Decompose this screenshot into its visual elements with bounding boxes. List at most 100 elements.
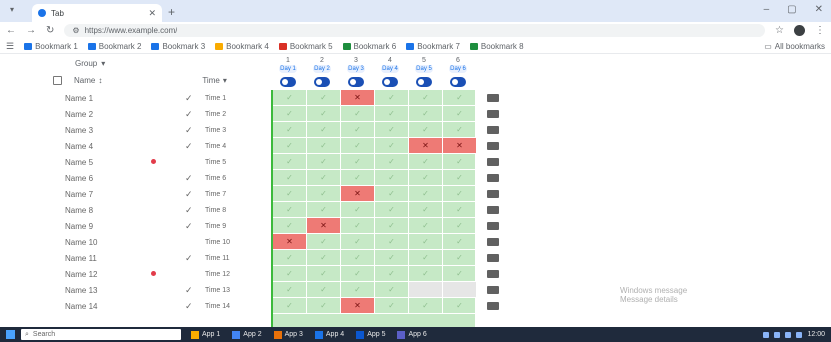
attendance-cell[interactable]: ✓ bbox=[273, 298, 307, 314]
maximize-icon[interactable]: ▢ bbox=[787, 4, 796, 15]
all-bookmarks-button[interactable]: ▭ All bookmarks bbox=[764, 42, 825, 51]
attendance-cell[interactable]: ✕ bbox=[341, 298, 375, 314]
day-toggle[interactable] bbox=[382, 77, 398, 87]
back-icon[interactable]: ← bbox=[6, 25, 16, 36]
attendance-cell[interactable]: ✓ bbox=[341, 170, 375, 186]
attendance-cell[interactable]: ✓ bbox=[307, 138, 341, 154]
table-row[interactable]: Name 3 ✓ Time 3 bbox=[45, 122, 271, 138]
attendance-cell[interactable]: ✓ bbox=[409, 250, 443, 266]
row-edit-button[interactable] bbox=[487, 222, 499, 230]
attendance-cell[interactable]: ✓ bbox=[307, 282, 341, 298]
taskbar-app-button[interactable]: App 5 bbox=[352, 328, 389, 341]
browser-tab[interactable]: Tab ✕ bbox=[32, 4, 162, 22]
row-edit-button[interactable] bbox=[487, 286, 499, 294]
row-edit-button[interactable] bbox=[487, 174, 499, 182]
attendance-cell[interactable]: ✓ bbox=[341, 138, 375, 154]
row-edit-button[interactable] bbox=[487, 302, 499, 310]
attendance-cell[interactable] bbox=[443, 282, 477, 298]
profile-avatar[interactable] bbox=[794, 25, 805, 36]
bookmark-item[interactable]: Bookmark 3 bbox=[151, 42, 205, 51]
taskbar-app-button[interactable]: App 4 bbox=[311, 328, 348, 341]
table-row[interactable]: Name 13 ✓ Time 13 bbox=[45, 282, 271, 298]
attendance-cell[interactable]: ✓ bbox=[375, 250, 409, 266]
apps-grid-icon[interactable]: ☰ bbox=[6, 41, 14, 52]
tray-icon[interactable] bbox=[774, 331, 781, 338]
attendance-cell[interactable]: ✓ bbox=[375, 106, 409, 122]
attendance-cell[interactable]: ✓ bbox=[273, 202, 307, 218]
attendance-cell[interactable]: ✓ bbox=[307, 298, 341, 314]
attendance-cell[interactable]: ✓ bbox=[341, 202, 375, 218]
attendance-cell[interactable]: ✓ bbox=[375, 138, 409, 154]
table-row[interactable]: Name 10 Time 10 bbox=[45, 234, 271, 250]
attendance-cell[interactable]: ✓ bbox=[341, 266, 375, 282]
attendance-cell[interactable]: ✓ bbox=[341, 106, 375, 122]
tray-icon[interactable] bbox=[763, 331, 770, 338]
attendance-cell[interactable]: ✓ bbox=[375, 90, 409, 106]
attendance-cell[interactable]: ✓ bbox=[307, 154, 341, 170]
row-edit-button[interactable] bbox=[487, 238, 499, 246]
attendance-cell[interactable]: ✕ bbox=[341, 186, 375, 202]
attendance-cell[interactable]: ✓ bbox=[375, 266, 409, 282]
attendance-cell[interactable]: ✓ bbox=[409, 234, 443, 250]
attendance-cell[interactable]: ✓ bbox=[409, 298, 443, 314]
attendance-cell[interactable]: ✓ bbox=[273, 90, 307, 106]
tray-icon[interactable] bbox=[785, 331, 792, 338]
row-edit-button[interactable] bbox=[487, 126, 499, 134]
attendance-cell[interactable]: ✓ bbox=[375, 298, 409, 314]
close-window-icon[interactable]: ✕ bbox=[815, 4, 823, 15]
taskbar-app-button[interactable]: App 3 bbox=[270, 328, 307, 341]
group-selector[interactable]: Group ▾ bbox=[45, 55, 505, 71]
table-row[interactable]: Name 4 ✓ Time 4 bbox=[45, 138, 271, 154]
attendance-cell[interactable]: ✓ bbox=[443, 298, 477, 314]
reload-icon[interactable]: ↻ bbox=[46, 25, 54, 36]
attendance-cell[interactable]: ✓ bbox=[375, 282, 409, 298]
attendance-cell[interactable]: ✓ bbox=[443, 186, 477, 202]
attendance-cell[interactable]: ✓ bbox=[375, 154, 409, 170]
row-edit-button[interactable] bbox=[487, 158, 499, 166]
attendance-cell[interactable]: ✓ bbox=[273, 170, 307, 186]
attendance-cell[interactable]: ✓ bbox=[375, 170, 409, 186]
attendance-cell[interactable]: ✓ bbox=[375, 202, 409, 218]
attendance-cell[interactable]: ✓ bbox=[409, 266, 443, 282]
attendance-cell[interactable]: ✕ bbox=[409, 138, 443, 154]
tray-icon[interactable] bbox=[796, 331, 803, 338]
attendance-cell[interactable]: ✓ bbox=[273, 106, 307, 122]
minimize-icon[interactable]: – bbox=[764, 4, 770, 15]
close-tab-icon[interactable]: ✕ bbox=[148, 8, 156, 19]
attendance-cell[interactable]: ✓ bbox=[375, 234, 409, 250]
bookmark-star-icon[interactable]: ☆ bbox=[775, 25, 784, 36]
clock[interactable]: 12:00 bbox=[807, 331, 825, 338]
attendance-cell[interactable]: ✓ bbox=[409, 186, 443, 202]
attendance-cell[interactable]: ✓ bbox=[273, 266, 307, 282]
table-row[interactable]: Name 7 ✓ Time 7 bbox=[45, 186, 271, 202]
bookmark-item[interactable]: Bookmark 5 bbox=[278, 42, 333, 51]
taskbar-app-button[interactable]: App 2 bbox=[228, 328, 265, 341]
attendance-cell[interactable]: ✓ bbox=[443, 106, 477, 122]
attendance-cell[interactable]: ✓ bbox=[375, 186, 409, 202]
attendance-cell[interactable]: ✓ bbox=[307, 170, 341, 186]
attendance-cell[interactable]: ✓ bbox=[443, 154, 477, 170]
taskbar-search-input[interactable]: ⌕ Search bbox=[21, 329, 181, 340]
attendance-cell[interactable]: ✓ bbox=[409, 154, 443, 170]
tab-search-icon[interactable]: ▾ bbox=[10, 5, 14, 14]
table-row[interactable]: Name 1 ✓ Time 1 bbox=[45, 90, 271, 106]
attendance-cell[interactable]: ✓ bbox=[307, 202, 341, 218]
table-row[interactable]: Name 11 ✓ Time 11 bbox=[45, 250, 271, 266]
attendance-cell[interactable]: ✓ bbox=[409, 218, 443, 234]
attendance-cell[interactable]: ✓ bbox=[341, 250, 375, 266]
table-row[interactable]: Name 14 ✓ Time 14 bbox=[45, 298, 271, 314]
row-edit-button[interactable] bbox=[487, 94, 499, 102]
forward-icon[interactable]: → bbox=[26, 25, 36, 36]
attendance-cell[interactable]: ✓ bbox=[273, 138, 307, 154]
attendance-cell[interactable]: ✓ bbox=[341, 234, 375, 250]
attendance-cell[interactable]: ✓ bbox=[307, 106, 341, 122]
attendance-cell[interactable]: ✓ bbox=[409, 202, 443, 218]
attendance-cell[interactable]: ✓ bbox=[443, 218, 477, 234]
table-row[interactable]: Name 6 ✓ Time 6 bbox=[45, 170, 271, 186]
attendance-cell[interactable]: ✕ bbox=[273, 234, 307, 250]
attendance-cell[interactable]: ✓ bbox=[273, 218, 307, 234]
day-toggle[interactable] bbox=[314, 77, 330, 87]
attendance-cell[interactable]: ✓ bbox=[341, 122, 375, 138]
day-toggle[interactable] bbox=[280, 77, 296, 87]
table-row[interactable]: Name 12 Time 12 bbox=[45, 266, 271, 282]
